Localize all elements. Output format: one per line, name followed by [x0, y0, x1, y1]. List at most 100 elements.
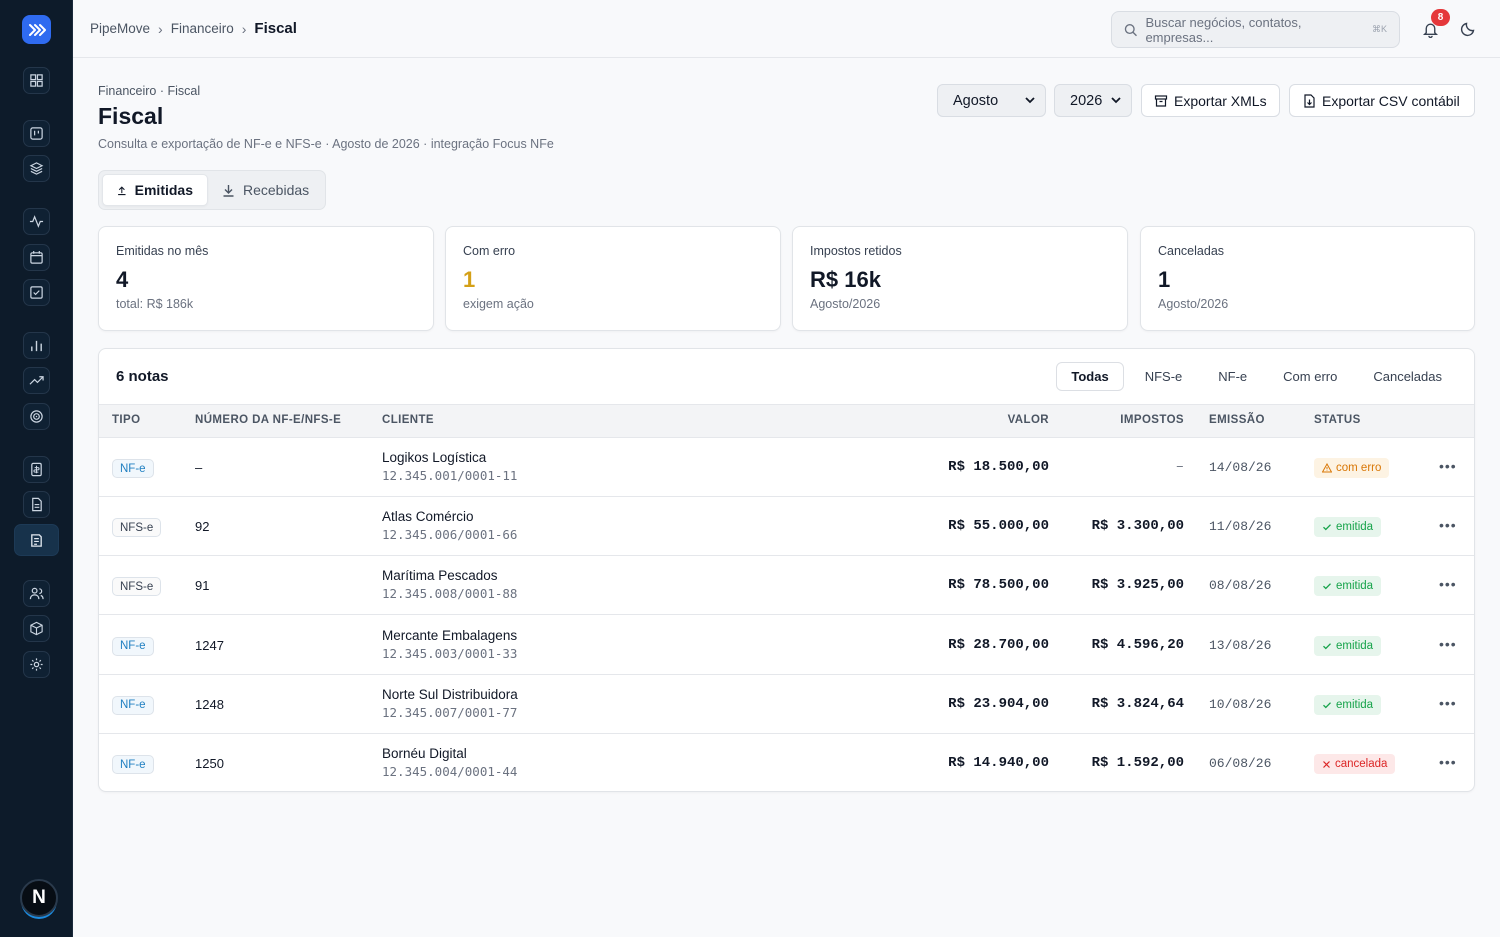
more-actions-icon[interactable]: ••• — [1439, 754, 1457, 770]
fiscal-icon[interactable] — [14, 524, 59, 556]
table-header: TIPO NÚMERO DA NF-E/NFS-E CLIENTE VALOR … — [99, 404, 1474, 438]
client-cnpj: 12.345.003/0001-33 — [382, 645, 518, 661]
tab-recebidas[interactable]: Recebidas — [208, 174, 324, 206]
stat-sub: total: R$ 186k — [116, 297, 194, 311]
check-icon — [1323, 702, 1331, 709]
stat-value: R$ 16k — [810, 267, 881, 292]
status-label: emitida — [1336, 698, 1374, 711]
calendar-icon[interactable] — [23, 244, 50, 271]
app-logo-icon[interactable] — [22, 15, 51, 44]
table-row[interactable]: NFS-e 92 Atlas Comércio 12.345.006/0001-66 R… — [99, 497, 1474, 557]
stat-card-com-erro: Com erro 1 exigem ação — [445, 226, 781, 331]
col-emissao[interactable]: EMISSÃO — [1209, 414, 1265, 426]
stat-sub: exigem ação — [463, 297, 534, 311]
client-cnpj: 12.345.001/0001-11 — [382, 468, 518, 483]
client-name[interactable]: Bornéu Digital — [382, 746, 467, 761]
search-input[interactable]: Buscar negócios, contatos, empresas... ⌘… — [1111, 11, 1400, 48]
board-icon[interactable] — [23, 120, 50, 147]
client-name[interactable]: Atlas Comércio — [382, 509, 474, 524]
users-icon[interactable] — [23, 580, 50, 607]
export-csv-label: Exportar CSV contábil — [1322, 92, 1460, 109]
trending-icon[interactable] — [23, 367, 50, 394]
more-actions-icon[interactable]: ••• — [1439, 576, 1457, 592]
check-icon — [1323, 642, 1331, 650]
status-label: cancelada — [1335, 758, 1388, 770]
more-actions-icon[interactable]: ••• — [1439, 458, 1457, 474]
note-number: 91 — [195, 578, 210, 594]
filter-todas[interactable]: Todas — [1056, 362, 1124, 391]
page-breadcrumb: Financeiro · Fiscal — [98, 84, 201, 98]
col-numero[interactable]: NÚMERO DA NF-E/NFS-E — [195, 414, 341, 426]
tab-recebidas-label: Recebidas — [243, 182, 310, 198]
client-name[interactable]: Marítima Pescados — [382, 568, 498, 583]
breadcrumb-root[interactable]: PipeMove — [90, 21, 150, 36]
stat-value: 4 — [116, 267, 129, 292]
note-number: 1248 — [195, 696, 224, 712]
page-subtitle: Consulta e exportação de NF-e e NFS-e · … — [98, 137, 554, 151]
stat-card-impostos: Impostos retidos R$ 16k Agosto/2026 — [792, 226, 1128, 331]
table-row[interactable]: NF-e 1250 Bornéu Digital 12.345.004/0001-44… — [99, 734, 1474, 791]
chevron-down-icon — [1111, 97, 1121, 104]
client-name[interactable]: Mercante Embalagens — [382, 628, 517, 643]
breadcrumb: PipeMove › Financeiro › Fiscal — [90, 20, 297, 37]
status-label: emitida — [1336, 639, 1374, 652]
target-icon[interactable] — [23, 403, 50, 430]
col-impostos[interactable]: IMPOSTOS — [1120, 414, 1184, 426]
table-row[interactable]: NF-e – Logikos Logística 12.345.001/0001-11… — [99, 438, 1474, 497]
issue-date: 13/08/26 — [1209, 637, 1272, 653]
user-avatar[interactable]: N — [20, 879, 58, 917]
layers-icon[interactable] — [23, 155, 50, 182]
issue-date: 11/08/26 — [1209, 519, 1272, 535]
note-taxes: R$ 3.824,64 — [1091, 695, 1184, 712]
tab-emitidas[interactable]: Emitidas — [102, 174, 208, 206]
filter-nfe[interactable]: NF-e — [1203, 362, 1262, 391]
export-csv-button[interactable]: Exportar CSV contábil — [1289, 84, 1475, 117]
status-badge: emitida — [1314, 635, 1382, 656]
col-cliente[interactable]: CLIENTE — [382, 414, 434, 426]
dashboard-icon[interactable] — [23, 67, 50, 94]
chevron-right-icon: › — [158, 20, 163, 37]
note-number: – — [195, 460, 203, 475]
table-row[interactable]: NF-e 1248 Norte Sul Distribuidora 12.345.00… — [99, 675, 1474, 734]
moon-icon[interactable] — [1457, 18, 1479, 40]
activity-icon[interactable] — [23, 208, 50, 235]
client-cnpj: 12.345.006/0001-66 — [382, 527, 518, 543]
more-actions-icon[interactable]: ••• — [1439, 636, 1457, 652]
sidebar: N — [0, 0, 73, 937]
note-taxes: R$ 4.596,20 — [1091, 636, 1184, 653]
filter-com-erro[interactable]: Com erro — [1268, 362, 1352, 391]
stat-label: Emitidas no mês — [116, 244, 209, 258]
client-name[interactable]: Norte Sul Distribuidora — [382, 687, 518, 702]
notes-table-panel: 6 notas Todas NFS-e NF-e Com erro Cancel… — [98, 348, 1475, 792]
stat-sub: Agosto/2026 — [1158, 297, 1229, 311]
filter-nfse[interactable]: NFS-e — [1130, 362, 1198, 391]
settings-icon[interactable] — [23, 651, 50, 678]
package-icon[interactable] — [23, 615, 50, 642]
table-row[interactable]: NF-e 1247 Mercante Embalagens 12.345.003/00… — [99, 616, 1474, 675]
invoice-icon[interactable] — [23, 456, 50, 483]
type-tag: NF-e — [112, 636, 154, 656]
search-placeholder: Buscar negócios, contatos, empresas... — [1145, 14, 1302, 45]
col-valor[interactable]: VALOR — [1008, 414, 1049, 426]
filter-canceladas[interactable]: Canceladas — [1358, 362, 1457, 391]
month-select[interactable]: Agosto — [937, 84, 1046, 117]
status-badge: cancelada — [1314, 754, 1396, 774]
year-select[interactable]: 2026 — [1054, 84, 1132, 117]
task-icon[interactable] — [23, 279, 50, 306]
stat-value: 1 — [1158, 267, 1171, 292]
breadcrumb-financeiro[interactable]: Financeiro — [171, 21, 234, 36]
table-row[interactable]: NFS-e 91 Marítima Pescados 12.345.008/0001-… — [99, 556, 1474, 616]
year-select-value: 2026 — [1070, 92, 1103, 109]
export-xml-button[interactable]: Exportar XMLs — [1141, 84, 1280, 117]
more-actions-icon[interactable]: ••• — [1439, 695, 1457, 711]
note-value: R$ 23.904,00 — [948, 695, 1049, 712]
note-taxes: – — [1175, 459, 1184, 475]
bar-chart-icon[interactable] — [23, 332, 50, 359]
stat-value: 1 — [463, 267, 476, 292]
note-taxes: R$ 3.300,00 — [1091, 518, 1184, 535]
col-status[interactable]: STATUS — [1314, 414, 1361, 426]
col-tipo[interactable]: TIPO — [112, 414, 140, 426]
more-actions-icon[interactable]: ••• — [1439, 517, 1457, 533]
document-icon[interactable] — [23, 491, 50, 518]
client-name[interactable]: Logikos Logística — [382, 450, 486, 465]
